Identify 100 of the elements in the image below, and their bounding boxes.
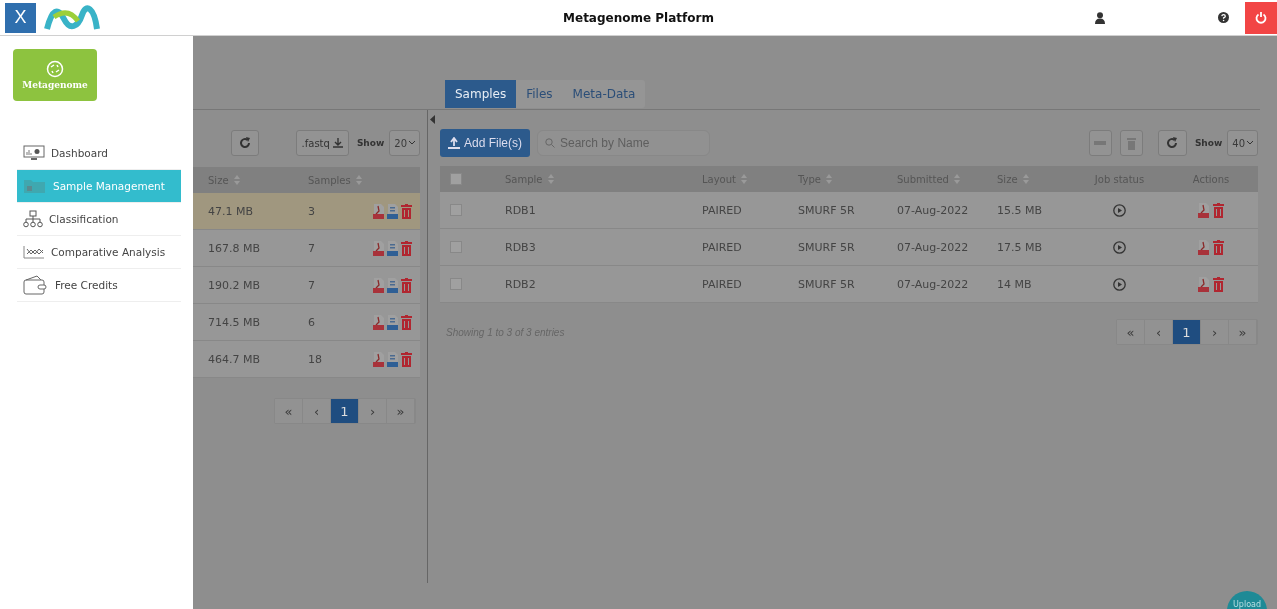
sidebar-item[interactable]: Classification — [17, 203, 181, 236]
checkbox[interactable] — [450, 204, 462, 216]
sort-icon[interactable] — [825, 174, 832, 184]
page-size-select[interactable]: 20 — [389, 130, 420, 156]
tab[interactable]: Files — [516, 80, 563, 108]
pdf-file-icon[interactable] — [1198, 239, 1209, 255]
monitor-icon — [23, 145, 45, 161]
pdf-file-icon[interactable] — [373, 277, 384, 293]
document-icon[interactable] — [387, 351, 398, 367]
table-cell-text: 7 — [308, 278, 316, 292]
page-button[interactable]: ‹ — [1145, 320, 1173, 344]
table-cell-text: 167.8 MB — [208, 241, 262, 255]
table-cell-text: 15.5 MB — [997, 203, 1044, 217]
table-cell-text: 17.5 MB — [997, 240, 1044, 254]
tab[interactable]: Samples — [445, 80, 517, 108]
checkbox[interactable] — [450, 173, 462, 185]
page-button[interactable]: 1 — [1173, 320, 1201, 344]
page-button[interactable]: » — [387, 399, 415, 423]
play-icon[interactable] — [1113, 277, 1126, 291]
folder-icon — [23, 178, 47, 194]
sidebar-item[interactable]: Comparative Analysis — [17, 236, 181, 269]
page-button[interactable]: » — [1229, 320, 1257, 344]
app-title: Metagenome Platform — [563, 10, 714, 25]
checkbox[interactable] — [450, 241, 462, 253]
sidebar-item[interactable]: Free Credits — [17, 269, 181, 302]
pdf-file-icon[interactable] — [1198, 276, 1209, 292]
document-icon[interactable] — [387, 240, 398, 256]
document-icon[interactable] — [387, 314, 398, 330]
page-button[interactable]: › — [1201, 320, 1229, 344]
network-icon — [23, 245, 45, 259]
trash-icon[interactable] — [1213, 239, 1224, 255]
trash-icon[interactable] — [1213, 202, 1224, 218]
power-icon — [1255, 12, 1267, 24]
wallet-icon — [23, 275, 49, 295]
pdf-file-icon[interactable] — [373, 240, 384, 256]
sort-icon[interactable] — [1022, 174, 1029, 184]
pdf-file-icon[interactable] — [373, 314, 384, 330]
pdf-file-icon[interactable] — [373, 351, 384, 367]
trash-icon[interactable] — [401, 203, 412, 219]
table-cell-text: SMURF 5R — [798, 203, 856, 217]
page-button[interactable]: ‹ — [303, 399, 331, 423]
add-files-button[interactable]: Add File(s) — [440, 129, 530, 157]
export-button[interactable]: .fastq — [295, 130, 349, 156]
trash-icon[interactable] — [401, 240, 412, 256]
brand-logo[interactable]: Metagenome — [13, 49, 97, 101]
sort-icon[interactable] — [233, 175, 240, 185]
table-row[interactable]: 464.7 MB 18 — [193, 341, 420, 378]
page-button[interactable]: › — [359, 399, 387, 423]
document-icon[interactable] — [387, 203, 398, 219]
table-cell-text: SMURF 5R — [798, 240, 856, 254]
document-icon[interactable] — [387, 277, 398, 293]
refresh-button[interactable] — [230, 130, 259, 156]
table-cell-text: 47.1 MB — [208, 204, 255, 218]
trash-icon[interactable] — [401, 351, 412, 367]
page-button[interactable]: 1 — [331, 399, 359, 423]
sort-icon[interactable] — [355, 175, 362, 185]
trash-icon[interactable] — [401, 277, 412, 293]
refresh-icon — [1166, 137, 1179, 149]
refresh-button[interactable] — [1157, 130, 1187, 156]
table-cell-text: PAIRED — [702, 277, 743, 291]
table-cell-text: RDB3 — [505, 240, 537, 254]
page-button[interactable]: « — [1117, 320, 1145, 344]
page-button[interactable]: « — [275, 399, 303, 423]
sort-icon[interactable] — [741, 174, 747, 184]
delete-button[interactable] — [1119, 130, 1143, 156]
upload-button[interactable]: Upload — [1227, 591, 1267, 609]
table-row[interactable]: 190.2 MB 7 — [193, 267, 420, 304]
table-row[interactable]: 714.5 MB 6 — [193, 304, 420, 341]
pdf-file-icon[interactable] — [1198, 202, 1209, 218]
caret-icon — [1247, 141, 1253, 145]
table-cell-text: 14 MB — [997, 277, 1033, 291]
collapse-icon[interactable] — [430, 115, 435, 124]
sidebar-item[interactable]: Sample Management — [17, 170, 181, 203]
trash-icon[interactable] — [1213, 276, 1224, 292]
hierarchy-icon — [23, 210, 43, 228]
sort-icon[interactable] — [953, 174, 960, 184]
sort-icon[interactable] — [547, 174, 554, 184]
page-size-select[interactable]: 40 — [1227, 130, 1258, 156]
play-icon[interactable] — [1113, 240, 1126, 254]
power-button[interactable] — [1245, 2, 1277, 34]
tab[interactable]: Meta-Data — [562, 80, 646, 108]
table-cell-text: 07-Aug-2022 — [897, 203, 970, 217]
search-icon — [545, 138, 555, 148]
play-icon[interactable] — [1113, 203, 1126, 217]
table-cell-text: 464.7 MB — [208, 352, 262, 366]
user-icon[interactable] — [1095, 11, 1105, 24]
help-icon[interactable] — [1218, 12, 1229, 23]
upload-icon — [448, 137, 460, 149]
show-label: Show — [1194, 138, 1223, 148]
trash-icon[interactable] — [401, 314, 412, 330]
logo-icon[interactable] — [44, 4, 100, 31]
collapse-button[interactable] — [1088, 130, 1112, 156]
close-button[interactable]: X — [5, 2, 36, 33]
table-row[interactable]: 167.8 MB 7 — [193, 230, 420, 267]
table-cell-text: 18 — [308, 352, 323, 366]
show-label: Show — [356, 138, 385, 148]
pdf-file-icon[interactable] — [373, 203, 384, 219]
checkbox[interactable] — [450, 278, 462, 290]
table-cell-text: RDB2 — [505, 277, 537, 291]
table-row[interactable]: 47.1 MB 3 — [193, 193, 420, 230]
